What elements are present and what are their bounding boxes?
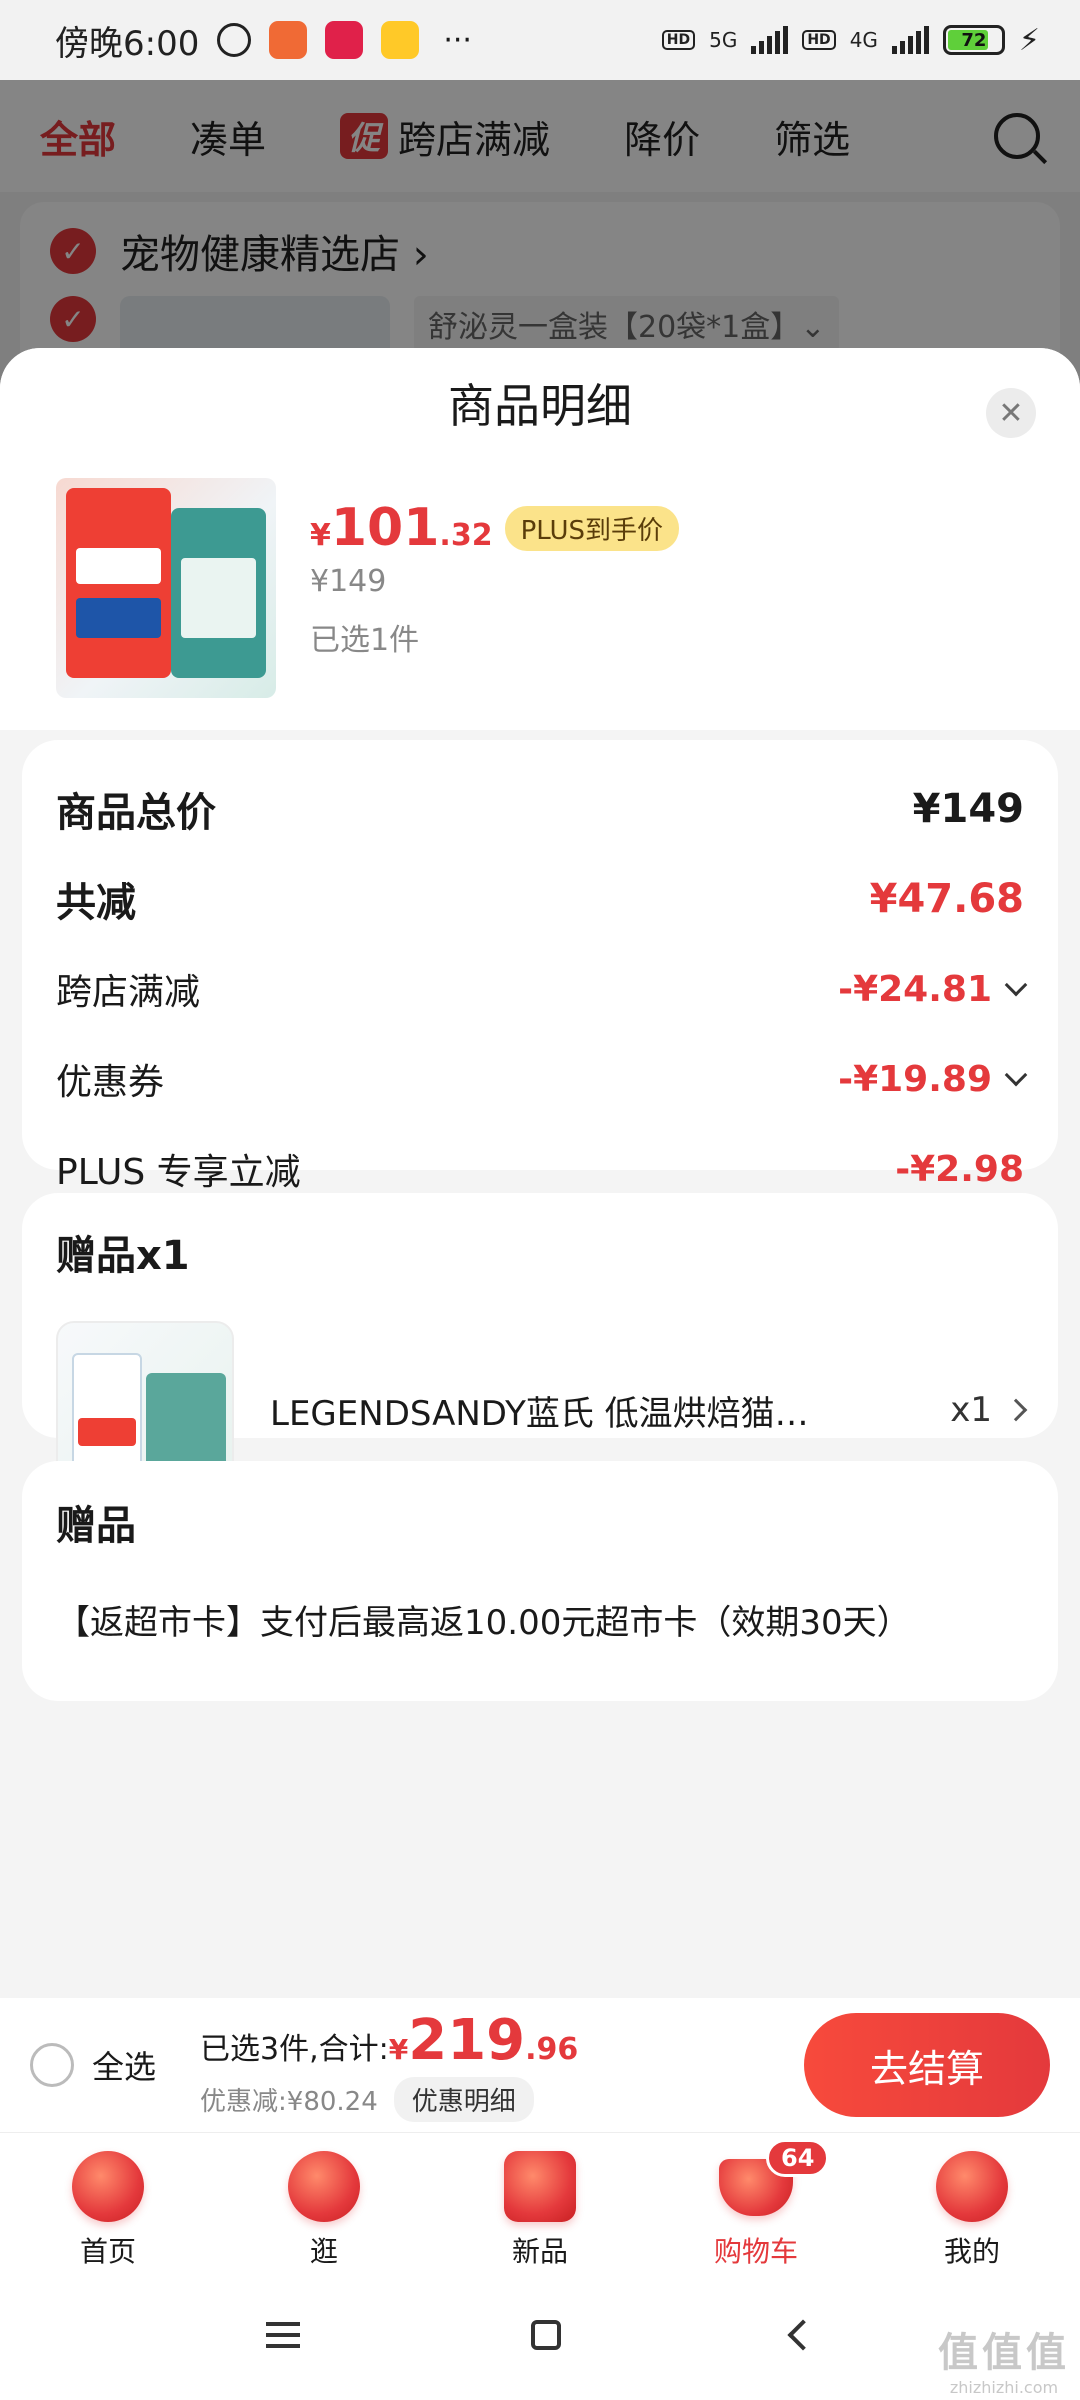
chevron-right-icon[interactable] (1004, 1398, 1028, 1422)
gift-card-title: 赠品 (56, 1503, 136, 1549)
select-all-label[interactable]: 全选 (92, 2042, 156, 2088)
system-nav-bar (0, 2270, 1080, 2400)
tab-browse-label: 逛 (309, 2235, 338, 2268)
price-integer: 101 (330, 498, 440, 558)
notification-icons: ··· (217, 21, 472, 59)
coupon-amount: -¥19.89 (838, 1058, 992, 1100)
tab-home-label: 首页 (79, 2235, 136, 2268)
cart-count-badge: 64 (766, 2139, 830, 2177)
cross-store-reduce-value: -¥24.81 (838, 968, 1028, 1010)
watermark-logo: 值值值 (938, 2330, 1070, 2376)
tmall-icon (325, 21, 364, 59)
battery-icon: 72 (942, 25, 1005, 55)
signal-icon (751, 26, 789, 54)
gift-card-description: 【返超市卡】支付后最高返10.00元超市卡（效期30天） (56, 1603, 911, 1643)
watermark: 值值值 zhizhizhi.com (938, 2320, 1070, 2397)
total-prefix: 已选3件,合计: (200, 2032, 389, 2067)
hd-icon-2: HD (802, 30, 836, 50)
status-bar: 傍晚6:00 ··· HD 5G HD 4G 72 ⚡ (0, 0, 1080, 80)
checkout-bar: 全选 已选3件,合计: ¥ 219 .96 优惠减:¥80.24 优惠明细 去结… (0, 1998, 1080, 2132)
tab-home[interactable]: 首页 (0, 2133, 216, 2270)
gift-card-card: 赠品 【返超市卡】支付后最高返10.00元超市卡（效期30天） (22, 1461, 1058, 1701)
total-line: 已选3件,合计: ¥ 219 .96 (200, 2008, 578, 2073)
price-breakdown-card: 商品总价 ¥149 共减 ¥47.68 跨店满减 -¥24.81 优惠券 -¥1… (22, 740, 1058, 1193)
cross-store-amount: -¥24.81 (838, 968, 992, 1010)
sheet-header: 商品明细 ✕ (0, 348, 1080, 458)
total-summary: 已选3件,合计: ¥ 219 .96 优惠减:¥80.24 优惠明细 (200, 2008, 578, 2122)
original-price: ¥149 (310, 564, 387, 599)
signal-icon-2 (891, 26, 929, 54)
select-all-radio[interactable] (30, 2043, 74, 2087)
total-reduce-value: ¥47.68 (869, 876, 1024, 922)
browse-icon (288, 2151, 360, 2222)
watermark-url: zhizhizhi.com (949, 2378, 1059, 2397)
coupon-label: 优惠券 (56, 1062, 165, 1103)
tab-new[interactable]: 新品 (432, 2133, 648, 2270)
gift-item-card: 赠品x1 LEGENDSANDY蓝氏 低温烘焙猫… x1 (22, 1193, 1058, 1499)
total-integer: 219 (408, 2008, 526, 2073)
plus-price-tag: PLUS到手价 (504, 505, 679, 551)
checkout-button[interactable]: 去结算 (804, 2013, 1050, 2117)
battery-level: 72 (961, 29, 987, 51)
product-info: ¥ 101 .32 PLUS到手价 ¥149 已选1件 (310, 478, 679, 730)
plus-reduce-label: PLUS 专享立减 (56, 1152, 301, 1193)
hd-icon: HD (661, 30, 696, 50)
product-summary: ¥ 101 .32 PLUS到手价 ¥149 已选1件 (0, 458, 1080, 730)
gift-item-name: LEGENDSANDY蓝氏 低温烘焙猫… (270, 1393, 809, 1434)
chevron-down-icon[interactable] (1004, 973, 1028, 997)
total-price-row: 商品总价 ¥149 (56, 764, 1024, 854)
total-price-value: ¥149 (912, 786, 1024, 832)
home-icon (72, 2151, 144, 2222)
home-button-icon[interactable] (530, 2320, 561, 2350)
tab-new-label: 新品 (511, 2235, 568, 2268)
product-detail-sheet: 商品明细 ✕ ¥ 101 .32 PLUS到手价 ¥149 已选1件 商品总价 … (0, 348, 1080, 1998)
net-5g-label: 5G (709, 28, 738, 52)
menu-icon[interactable] (265, 2322, 300, 2348)
tab-me[interactable]: 我的 (864, 2133, 1080, 2270)
cross-store-reduce-label: 跨店满减 (56, 972, 201, 1013)
price-decimal: .32 (439, 518, 493, 553)
tab-cart[interactable]: 64 购物车 (648, 2133, 864, 2270)
discount-amount: 优惠减:¥80.24 (200, 2087, 378, 2117)
plus-price: ¥ 101 .32 PLUS到手价 (310, 498, 679, 558)
total-decimal: .96 (525, 2032, 579, 2067)
chick-app-icon (381, 21, 420, 59)
total-currency: ¥ (388, 2033, 409, 2066)
plus-reduce-value: -¥2.98 (895, 1148, 1024, 1190)
coupon-row[interactable]: 优惠券 -¥19.89 (56, 1034, 1028, 1124)
more-notifications-icon: ··· (443, 22, 472, 58)
gift-item-qty: x1 (950, 1390, 1028, 1430)
total-reduce-row: 共减 ¥47.68 (56, 854, 1024, 944)
chevron-down-icon[interactable] (1004, 1063, 1028, 1087)
charging-icon: ⚡ (1018, 22, 1040, 58)
cross-store-reduce-row[interactable]: 跨店满减 -¥24.81 (56, 944, 1028, 1034)
price-currency: ¥ (310, 518, 331, 553)
discount-line: 优惠减:¥80.24 优惠明细 (200, 2077, 578, 2122)
tab-cart-label: 购物车 (713, 2235, 798, 2268)
coupon-value: -¥19.89 (838, 1058, 1028, 1100)
tab-me-label: 我的 (943, 2235, 1000, 2268)
total-price-label: 商品总价 (56, 790, 216, 836)
back-icon[interactable] (787, 2319, 819, 2351)
system-indicators: HD 5G HD 4G 72 ⚡ (661, 22, 1040, 58)
alarm-icon (217, 23, 252, 57)
app-notification-icon (269, 21, 308, 59)
profile-icon (936, 2151, 1008, 2222)
gift-item-title: 赠品x1 (56, 1233, 190, 1279)
sheet-title: 商品明细 (448, 379, 632, 433)
discount-detail-button[interactable]: 优惠明细 (393, 2077, 534, 2122)
product-image[interactable] (56, 478, 276, 698)
gift-qty-text: x1 (950, 1390, 992, 1430)
new-products-icon (504, 2151, 576, 2222)
close-icon[interactable]: ✕ (986, 388, 1036, 438)
total-reduce-label: 共减 (56, 880, 136, 926)
bottom-tab-bar: 首页 逛 新品 64 购物车 我的 (0, 2132, 1080, 2270)
selected-count: 已选1件 (310, 623, 420, 658)
status-time: 傍晚6:00 (55, 23, 200, 64)
tab-browse[interactable]: 逛 (216, 2133, 432, 2270)
net-4g-label: 4G (849, 28, 878, 52)
